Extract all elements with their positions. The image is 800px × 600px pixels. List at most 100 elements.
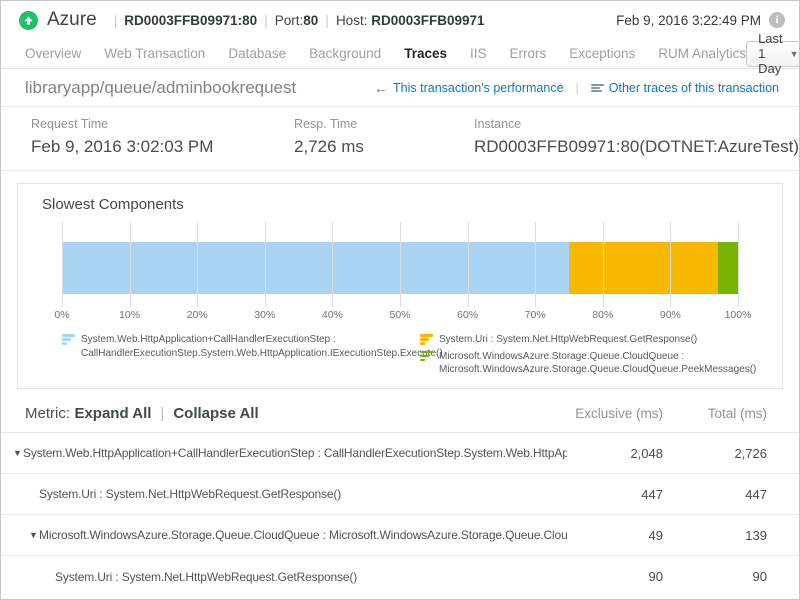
legend-item-label: System.Uri : System.Net.HttpWebRequest.G… <box>439 333 697 347</box>
gridline-80% <box>603 221 604 307</box>
tab-web-transaction[interactable]: Web Transaction <box>104 46 205 61</box>
host-label: Host: <box>336 13 368 28</box>
column-header-total: Total (ms) <box>663 406 767 421</box>
current-timestamp: Feb 9, 2016 3:22:49 PM <box>616 13 761 28</box>
table-row[interactable]: ▼System.Web.HttpApplication+CallHandlerE… <box>1 433 799 474</box>
instance-value: RD0003FFB09971:80 <box>124 13 257 28</box>
other-traces-link[interactable]: Other traces of this transaction <box>591 81 779 95</box>
tab-iis[interactable]: IIS <box>470 46 487 61</box>
total-ms-value: 447 <box>663 487 767 502</box>
info-icon[interactable]: i <box>769 12 785 28</box>
port-info: Port:80 <box>275 13 319 28</box>
chevron-down-icon: ▼ <box>790 49 799 59</box>
chart-title: Slowest Components <box>42 196 758 213</box>
port-label: Port: <box>275 13 304 28</box>
summary-value: 2,726 ms <box>294 137 474 157</box>
other-traces-label: Other traces of this transaction <box>609 81 779 95</box>
tick-label-10%: 10% <box>119 309 140 321</box>
instance-name: RD0003FFB09971:80 <box>124 13 257 28</box>
chart-legend: System.Web.HttpApplication+CallHandlerEx… <box>42 333 758 377</box>
legend-item-label: System.Web.HttpApplication+CallHandlerEx… <box>81 333 443 360</box>
exclusive-ms-value: 2,048 <box>567 446 663 461</box>
tick-label-60%: 60% <box>457 309 478 321</box>
collapse-all-link[interactable]: Collapse All <box>173 405 258 422</box>
total-ms-value: 139 <box>663 528 767 543</box>
metric-name: Microsoft.WindowsAzure.Storage.Queue.Clo… <box>39 528 567 542</box>
transaction-header: libraryapp/queue/adminbookrequest ← This… <box>1 69 799 107</box>
table-row[interactable]: System.Uri : System.Net.HttpWebRequest.G… <box>1 556 799 597</box>
legend-column-right: System.Uri : System.Net.HttpWebRequest.G… <box>420 333 758 377</box>
tab-exceptions[interactable]: Exceptions <box>569 46 635 61</box>
health-status-icon <box>19 11 38 30</box>
nav-tabs: Overview Web Transaction Database Backgroun… <box>25 46 746 61</box>
summary-field-instance: InstanceRD0003FFB09971:80(DOTNET:AzureTe… <box>474 117 799 170</box>
gridline-0% <box>62 221 63 307</box>
link-separator: | <box>576 81 579 95</box>
gridline-10% <box>130 221 131 307</box>
tick-label-30%: 30% <box>254 309 275 321</box>
gridline-60% <box>468 221 469 307</box>
collapse-triangle-icon[interactable]: ▼ <box>29 530 39 540</box>
summary-value: Feb 9, 2016 3:02:03 PM <box>31 137 294 157</box>
tab-traces[interactable]: Traces <box>404 46 447 61</box>
tick-label-90%: 90% <box>660 309 681 321</box>
exclusive-ms-value: 49 <box>567 528 663 543</box>
column-header-exclusive: Exclusive (ms) <box>567 406 663 421</box>
summary-label: Instance <box>474 117 799 131</box>
metric-label: Metric: <box>25 405 70 422</box>
tick-label-0%: 0% <box>54 309 69 321</box>
header-separator: | <box>264 12 268 28</box>
legend-swatch-icon <box>62 334 75 360</box>
collapse-triangle-icon[interactable]: ▼ <box>13 448 23 458</box>
summary-field-request-time: Request Time Feb 9, 2016 3:02:03 PM <box>31 117 294 170</box>
host-value: RD0003FFB09971 <box>371 13 484 28</box>
expand-all-link[interactable]: Expand All <box>74 405 151 422</box>
bar-segment-2[interactable] <box>569 242 718 294</box>
tab-background[interactable]: Background <box>309 46 381 61</box>
app-window: Azure | RD0003FFB09971:80 | Port:80 | Ho… <box>0 0 800 600</box>
tab-rum-analytics[interactable]: RUM Analytics <box>658 46 746 61</box>
host-info: Host: RD0003FFB09971 <box>336 13 485 28</box>
bar-segment-3[interactable] <box>718 242 738 294</box>
tick-label-100%: 100% <box>725 309 752 321</box>
transaction-performance-link[interactable]: ← This transaction's performance <box>374 80 564 96</box>
tick-label-50%: 50% <box>389 309 410 321</box>
slowest-components-panel: Slowest Components 0% 10% 20% 30% 40% 50% 60% 7… <box>17 183 783 389</box>
gridline-40% <box>332 221 333 307</box>
gridline-30% <box>265 221 266 307</box>
table-row[interactable]: System.Uri : System.Net.HttpWebRequest.G… <box>1 474 799 515</box>
port-value: 80 <box>303 13 318 28</box>
tab-errors[interactable]: Errors <box>510 46 547 61</box>
gridline-50% <box>400 221 401 307</box>
tick-label-20%: 20% <box>187 309 208 321</box>
legend-item-2: System.Uri : System.Net.HttpWebRequest.G… <box>420 333 758 347</box>
metric-name: System.Web.HttpApplication+CallHandlerEx… <box>23 446 567 460</box>
tab-database[interactable]: Database <box>228 46 286 61</box>
table-row[interactable]: ▼Microsoft.WindowsAzure.Storage.Queue.Cl… <box>1 515 799 556</box>
summary-band: Request TimeFeb 9, 2016 3:02:03 PMResp. … <box>1 107 799 171</box>
bar-segment-1[interactable] <box>62 242 569 294</box>
transaction-performance-label: This transaction's performance <box>393 81 564 95</box>
app-header: Azure | RD0003FFB09971:80 | Port:80 | Ho… <box>1 1 799 39</box>
tab-overview[interactable]: Overview <box>25 46 81 61</box>
tick-label-70%: 70% <box>525 309 546 321</box>
legend-swatch-icon <box>420 334 433 347</box>
exclusive-ms-value: 90 <box>567 569 663 584</box>
nav-bar: Overview Web Transaction Database Backgroun… <box>1 39 799 69</box>
gridline-70% <box>535 221 536 307</box>
tick-label-40%: 40% <box>322 309 343 321</box>
legend-swatch-icon <box>420 351 433 377</box>
legend-item-label: Microsoft.WindowsAzure.Storage.Queue.Clo… <box>439 350 758 377</box>
time-range-dropdown[interactable]: Last 1 Day ▼ <box>746 41 800 67</box>
chart-plot <box>62 221 738 307</box>
tick-label-80%: 80% <box>592 309 613 321</box>
metric-separator: | <box>160 405 164 422</box>
gridline-90% <box>670 221 671 307</box>
app-name: Azure <box>47 9 97 31</box>
time-range-label: Last 1 Day <box>758 31 783 76</box>
metric-name: System.Uri : System.Net.HttpWebRequest.G… <box>55 570 567 584</box>
summary-label: Request Time <box>31 117 294 131</box>
total-ms-value: 90 <box>663 569 767 584</box>
legend-column-left: System.Web.HttpApplication+CallHandlerEx… <box>62 333 420 377</box>
gridline-20% <box>197 221 198 307</box>
